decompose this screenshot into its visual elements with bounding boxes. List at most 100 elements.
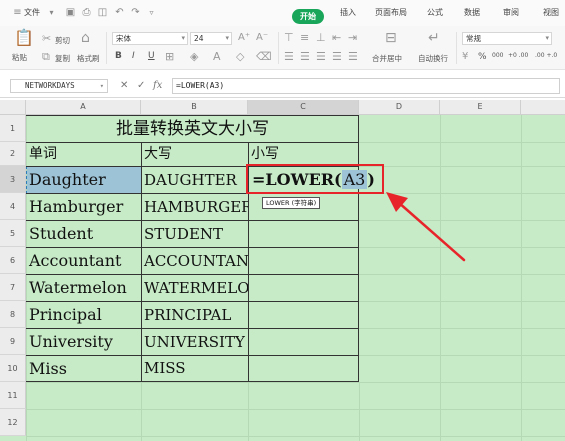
increase-decimal-button[interactable]: +0 .00 bbox=[508, 52, 528, 59]
justify-icon[interactable]: ☰ bbox=[332, 51, 342, 63]
row-header-12[interactable]: 12 bbox=[0, 409, 26, 436]
fill-color-icon[interactable]: ◈ bbox=[190, 51, 198, 63]
tab-formulas[interactable]: 公式 bbox=[427, 7, 443, 18]
row-header-9[interactable]: 9 bbox=[0, 328, 26, 355]
font-size-select[interactable]: 24 ▾ bbox=[190, 32, 232, 45]
cell-a6[interactable]: Accountant bbox=[27, 248, 141, 274]
increase-font-icon[interactable]: A⁺ bbox=[238, 32, 250, 44]
cell-b8[interactable]: PRINCIPAL bbox=[142, 302, 248, 328]
underline-button[interactable]: U bbox=[148, 51, 155, 61]
select-all-corner[interactable] bbox=[0, 100, 26, 115]
merge-center-button[interactable]: 合并居中 bbox=[372, 53, 402, 64]
wrap-text-button[interactable]: 自动换行 bbox=[418, 53, 448, 64]
cell-a3[interactable]: Daughter bbox=[27, 167, 141, 193]
align-left-icon[interactable]: ☰ bbox=[284, 51, 294, 63]
header-word[interactable]: 单词 bbox=[27, 143, 141, 166]
thousands-button[interactable]: 000 bbox=[492, 52, 503, 59]
tab-page-layout[interactable]: 页面布局 bbox=[375, 7, 407, 18]
italic-button[interactable]: I bbox=[132, 51, 135, 61]
row-header-2[interactable]: 2 bbox=[0, 142, 26, 166]
cell-b3[interactable]: DAUGHTER bbox=[142, 167, 248, 193]
row-header-11[interactable]: 11 bbox=[0, 382, 26, 409]
name-box[interactable]: NETWORKDAYS ▾ bbox=[10, 79, 108, 93]
indent-increase-icon[interactable]: ⇥ bbox=[348, 32, 357, 44]
tab-view[interactable]: 视图 bbox=[543, 7, 559, 18]
hamburger-icon[interactable]: ≡ bbox=[12, 7, 23, 18]
row-header-5[interactable]: 5 bbox=[0, 220, 26, 247]
formula-input[interactable]: =LOWER(A3) bbox=[172, 78, 560, 94]
row-header-10[interactable]: 10 bbox=[0, 355, 26, 382]
borders-icon[interactable]: ⊞ bbox=[165, 51, 174, 63]
header-lowercase[interactable]: 小写 bbox=[249, 143, 358, 166]
undo-icon[interactable]: ↶ bbox=[114, 7, 125, 18]
cell-a5[interactable]: Student bbox=[27, 221, 141, 247]
currency-icon[interactable]: ¥ bbox=[462, 51, 468, 63]
column-header-f[interactable] bbox=[521, 100, 565, 115]
paste-icon[interactable]: 📋 bbox=[14, 30, 34, 46]
merge-center-icon[interactable]: ⊟ bbox=[385, 31, 397, 45]
align-right-icon[interactable]: ☰ bbox=[316, 51, 326, 63]
eraser-icon[interactable]: ⌫ bbox=[256, 51, 272, 63]
distributed-icon[interactable]: ☰ bbox=[348, 51, 358, 63]
format-painter-button[interactable]: 格式刷 bbox=[77, 53, 100, 64]
header-uppercase[interactable]: 大写 bbox=[142, 143, 248, 166]
spreadsheet-grid[interactable]: A B C D E 1 2 3 4 5 6 7 8 9 10 11 12 批量转… bbox=[0, 100, 565, 441]
paste-button[interactable]: 粘贴 bbox=[12, 52, 27, 63]
clear-format-icon[interactable]: ◇ bbox=[236, 51, 244, 63]
align-bottom-icon[interactable]: ⊥ bbox=[316, 32, 326, 44]
cell-b6[interactable]: ACCOUNTANT bbox=[142, 248, 248, 274]
function-tooltip[interactable]: LOWER (字符串) bbox=[262, 197, 321, 209]
cell-b7[interactable]: WATERMELON bbox=[142, 275, 248, 301]
decrease-font-icon[interactable]: A⁻ bbox=[256, 32, 268, 44]
cell-a4[interactable]: Hamburger bbox=[27, 194, 141, 220]
row-header-7[interactable]: 7 bbox=[0, 274, 26, 301]
copy-button[interactable]: 复制 bbox=[55, 53, 70, 64]
sheet-title[interactable]: 批量转换英文大小写 bbox=[27, 116, 358, 142]
column-header-c[interactable]: C bbox=[248, 100, 359, 115]
cell-a8[interactable]: Principal bbox=[27, 302, 141, 328]
decrease-decimal-button[interactable]: .00 +.0 bbox=[535, 52, 557, 59]
cell-b10[interactable]: MISS bbox=[142, 356, 248, 381]
cut-button[interactable]: 剪切 bbox=[55, 35, 70, 46]
save-icon[interactable]: ▣ bbox=[65, 7, 76, 18]
align-top-icon[interactable]: ⊤ bbox=[284, 32, 294, 44]
tab-start[interactable]: 开始 bbox=[292, 9, 324, 24]
file-menu[interactable]: 文件 bbox=[24, 7, 40, 18]
row-header-4[interactable]: 4 bbox=[0, 193, 26, 220]
fx-icon[interactable]: fx bbox=[153, 80, 162, 91]
quick-access-more-icon[interactable]: ▿ bbox=[146, 7, 157, 18]
column-header-a[interactable]: A bbox=[26, 100, 141, 115]
percent-button[interactable]: % bbox=[478, 52, 487, 62]
column-header-e[interactable]: E bbox=[440, 100, 521, 115]
bold-button[interactable]: B bbox=[115, 51, 122, 61]
font-color-icon[interactable]: A bbox=[213, 51, 221, 63]
tab-data[interactable]: 数据 bbox=[464, 7, 480, 18]
chevron-down-icon[interactable]: ▾ bbox=[46, 7, 57, 18]
format-painter-icon[interactable]: ⌂ bbox=[81, 31, 90, 45]
number-format-select[interactable]: 常规 ▾ bbox=[462, 32, 552, 45]
tab-review[interactable]: 审阅 bbox=[503, 7, 519, 18]
wrap-text-icon[interactable]: ↵ bbox=[428, 31, 440, 45]
column-header-d[interactable]: D bbox=[359, 100, 440, 115]
indent-decrease-icon[interactable]: ⇤ bbox=[332, 32, 341, 44]
print-preview-icon[interactable]: ◫ bbox=[97, 7, 108, 18]
copy-icon[interactable]: ⧉ bbox=[42, 51, 50, 63]
cell-b9[interactable]: UNIVERSITY bbox=[142, 329, 248, 355]
row-header-1[interactable]: 1 bbox=[0, 115, 26, 142]
cell-b5[interactable]: STUDENT bbox=[142, 221, 248, 247]
cell-a10[interactable]: Miss bbox=[27, 356, 141, 381]
cell-b4[interactable]: HAMBURGER bbox=[142, 194, 248, 220]
font-name-select[interactable]: 宋体 ▾ bbox=[112, 32, 188, 45]
redo-icon[interactable]: ↷ bbox=[130, 7, 141, 18]
cell-a9[interactable]: University bbox=[27, 329, 141, 355]
cell-a7[interactable]: Watermelon bbox=[27, 275, 141, 301]
tab-insert[interactable]: 插入 bbox=[340, 7, 356, 18]
scissors-icon[interactable]: ✂ bbox=[42, 33, 51, 45]
close-icon[interactable]: ✕ bbox=[120, 80, 128, 91]
check-icon[interactable]: ✓ bbox=[137, 80, 145, 91]
print-icon[interactable]: ⎙ bbox=[81, 7, 92, 18]
align-middle-icon[interactable]: ≡ bbox=[300, 32, 309, 44]
row-header-8[interactable]: 8 bbox=[0, 301, 26, 328]
row-header-3[interactable]: 3 bbox=[0, 166, 26, 193]
align-center-icon[interactable]: ☰ bbox=[300, 51, 310, 63]
